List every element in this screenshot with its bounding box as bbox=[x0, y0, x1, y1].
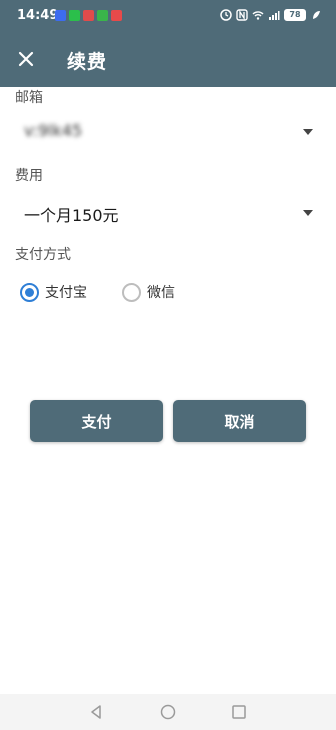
wifi-icon bbox=[252, 11, 264, 20]
fee-dropdown[interactable]: 一个月150元 bbox=[15, 195, 321, 231]
close-icon bbox=[18, 51, 34, 67]
nfc-icon bbox=[236, 9, 248, 21]
app-bar: 续费 bbox=[0, 32, 336, 87]
battery-icon: 78 bbox=[284, 9, 306, 21]
close-button[interactable] bbox=[12, 45, 40, 73]
radio-wechat-label: 微信 bbox=[147, 285, 175, 301]
email-label: 邮箱 bbox=[15, 90, 43, 106]
cloud-app-icon bbox=[83, 10, 94, 21]
status-right: 78 bbox=[220, 9, 322, 21]
payment-method-label: 支付方式 bbox=[15, 247, 71, 263]
payment-method-group: 支付宝 微信 bbox=[20, 282, 175, 302]
radio-wechat-circle[interactable] bbox=[122, 282, 141, 302]
leaf-icon bbox=[313, 11, 320, 19]
cancel-button[interactable]: 取消 bbox=[173, 400, 306, 442]
status-bar: 14:49 78 bbox=[0, 0, 336, 32]
radio-wechat[interactable]: 微信 bbox=[122, 282, 175, 302]
alarm-icon bbox=[220, 9, 232, 21]
chevron-down-icon bbox=[303, 129, 313, 135]
email-value: v:9lk45 bbox=[24, 121, 83, 140]
renew-screen: 14:49 78 续费 邮箱 v:9lk45 费用 一个月150元 支付方式 支… bbox=[0, 0, 336, 730]
radio-alipay-circle[interactable] bbox=[20, 282, 39, 302]
pay-button[interactable]: 支付 bbox=[30, 400, 163, 442]
home-nav-icon[interactable] bbox=[159, 703, 177, 721]
email-dropdown[interactable]: v:9lk45 bbox=[15, 114, 321, 150]
recents-nav-icon[interactable] bbox=[230, 703, 248, 721]
mail-app-icon bbox=[111, 10, 122, 21]
notification-icons bbox=[55, 10, 122, 21]
status-time: 14:49 bbox=[17, 8, 59, 23]
radio-alipay[interactable]: 支付宝 bbox=[20, 282, 87, 302]
page-title: 续费 bbox=[67, 51, 108, 73]
radio-alipay-label: 支付宝 bbox=[45, 285, 87, 301]
navigation-bar bbox=[0, 694, 336, 730]
fee-value: 一个月150元 bbox=[24, 206, 119, 225]
signal-icon bbox=[269, 11, 280, 20]
chevron-down-icon bbox=[303, 210, 313, 216]
fee-label: 费用 bbox=[15, 168, 43, 184]
wechat-app-icon bbox=[69, 10, 80, 21]
back-nav-icon[interactable] bbox=[87, 703, 105, 721]
green-app-icon bbox=[97, 10, 108, 21]
baidu-app-icon bbox=[55, 10, 66, 21]
